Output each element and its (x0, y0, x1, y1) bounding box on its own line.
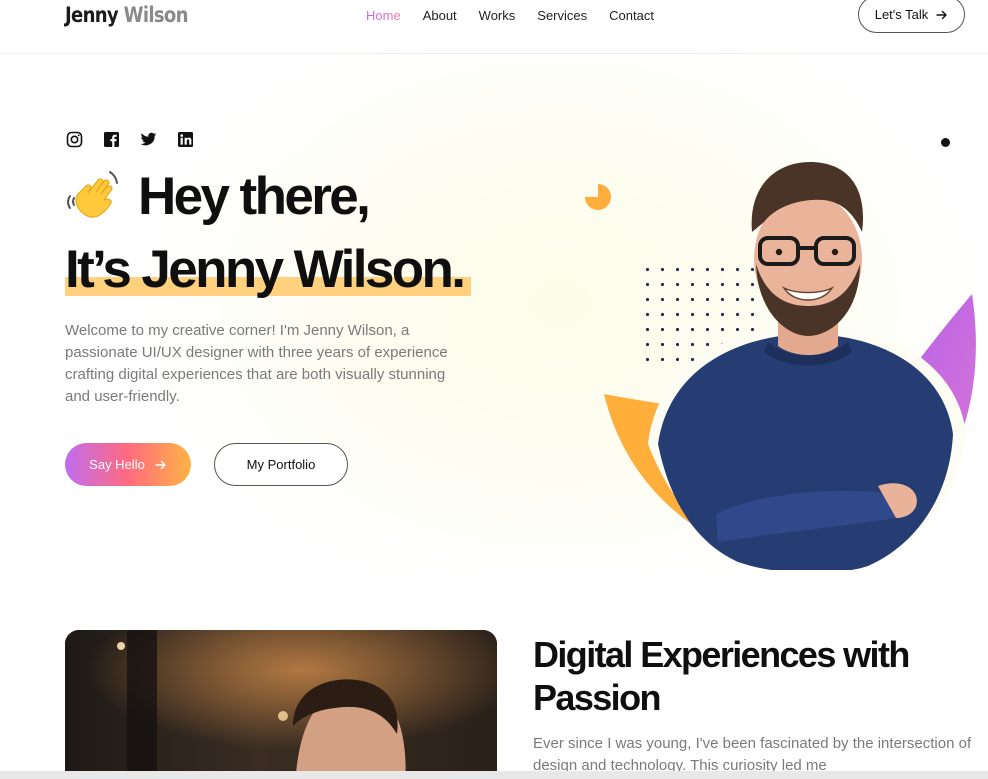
facebook-icon[interactable] (103, 131, 120, 148)
navbar: Jenny Wilson Home About Works Services C… (0, 0, 988, 54)
twitter-icon[interactable] (140, 131, 157, 148)
instagram-icon[interactable] (66, 131, 83, 148)
about-photo (65, 630, 497, 779)
horizontal-scrollbar[interactable] (0, 771, 988, 779)
logo-first-name: Jenny (65, 3, 119, 27)
nav-about[interactable]: About (423, 8, 457, 23)
lets-talk-label: Let's Talk (874, 7, 929, 22)
say-hello-button[interactable]: Say Hello (65, 443, 191, 486)
site-logo[interactable]: Jenny Wilson (65, 3, 189, 27)
arrow-right-icon (155, 460, 166, 469)
lets-talk-button[interactable]: Let's Talk (858, 0, 965, 33)
my-portfolio-button[interactable]: My Portfolio (214, 443, 348, 486)
hero-heading-line2: It’s Jenny Wilson. (65, 240, 466, 299)
hero-heading-line1: Hey there, (138, 167, 371, 226)
about-title: Digital Experiences with Passion (533, 634, 910, 718)
waving-hand-icon (67, 171, 118, 218)
hero-section: Hey there, It’s Jenny Wilson. Welcome to… (0, 54, 988, 570)
hero-portrait (604, 162, 976, 570)
hero-description: Welcome to my creative corner! I'm Jenny… (65, 322, 448, 405)
main-nav: Home About Works Services Contact (366, 8, 676, 23)
say-hello-label: Say Hello (89, 457, 145, 472)
arrow-right-icon (936, 10, 947, 19)
nav-contact[interactable]: Contact (609, 8, 654, 23)
my-portfolio-label: My Portfolio (246, 457, 316, 472)
linkedin-icon[interactable] (177, 131, 194, 148)
nav-home[interactable]: Home (366, 8, 401, 23)
nav-works[interactable]: Works (479, 8, 516, 23)
social-links (66, 131, 194, 148)
nav-services[interactable]: Services (537, 8, 587, 23)
logo-last-name: Wilson (123, 3, 189, 27)
